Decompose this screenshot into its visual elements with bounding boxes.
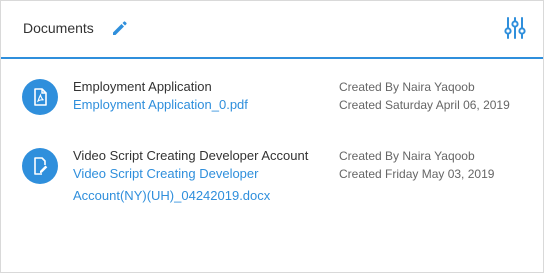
- filter-button[interactable]: [503, 16, 527, 40]
- panel-header: Documents: [1, 1, 543, 59]
- document-meta: Created By Naira Yaqoob Created Friday M…: [339, 147, 494, 183]
- created-date: Created Friday May 03, 2019: [339, 167, 495, 181]
- document-meta: Created By Naira Yaqoob Created Saturday…: [339, 78, 510, 114]
- panel-title: Documents: [23, 20, 94, 36]
- document-name: Employment Application: [73, 79, 212, 94]
- created-date: Created Saturday April 06, 2019: [339, 98, 510, 112]
- documents-panel: Documents Employment Application Employm…: [0, 0, 544, 273]
- created-by: Created By Naira Yaqoob: [339, 149, 475, 163]
- document-file-link[interactable]: Employment Application_0.pdf: [73, 94, 323, 116]
- edit-button[interactable]: [110, 18, 130, 38]
- edit-file-icon[interactable]: [22, 148, 58, 184]
- pdf-file-icon[interactable]: [22, 79, 58, 115]
- sliders-icon: [504, 17, 526, 39]
- created-by: Created By Naira Yaqoob: [339, 80, 475, 94]
- pencil-icon: [113, 21, 127, 35]
- document-file-link[interactable]: Video Script Creating Developer Account(…: [73, 163, 323, 207]
- document-name: Video Script Creating Developer Account: [73, 148, 309, 163]
